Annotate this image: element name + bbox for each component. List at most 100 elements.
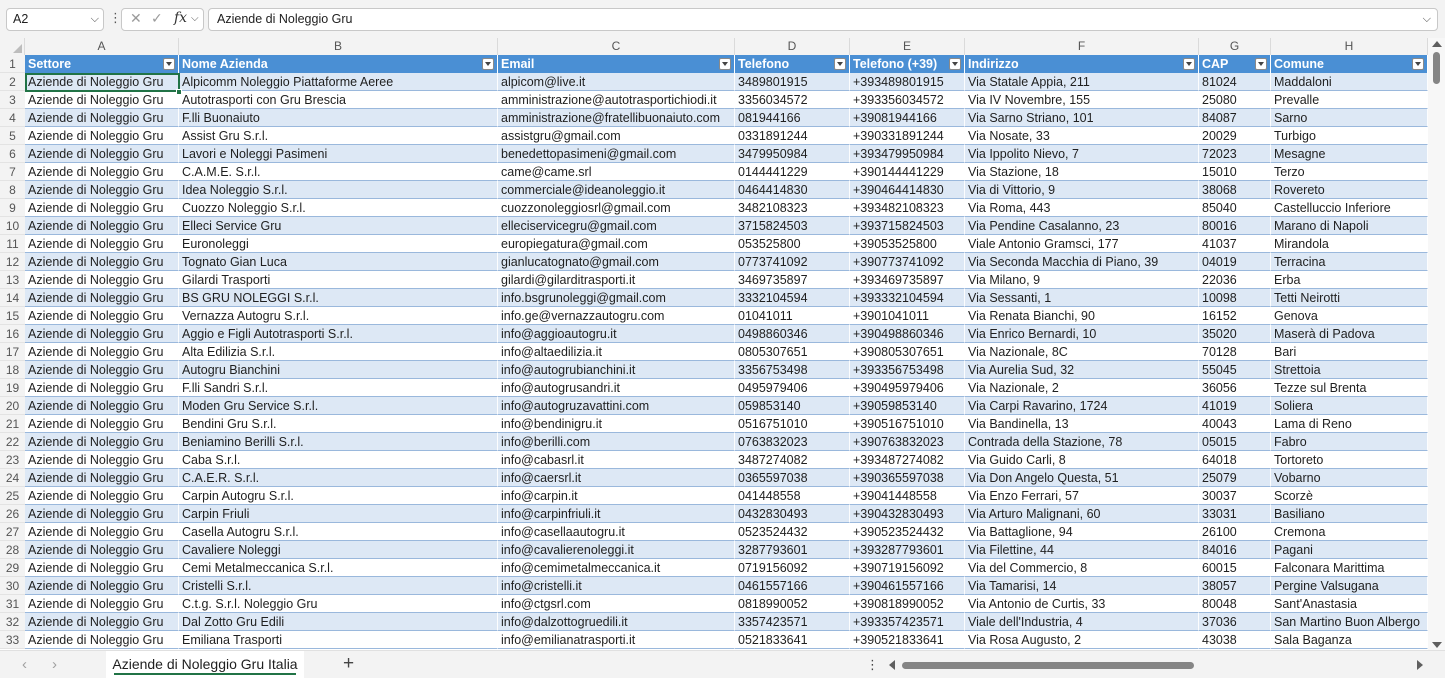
column-title[interactable]: Telefono (+39) [850, 55, 965, 73]
table-cell[interactable]: 41019 [1199, 397, 1271, 415]
table-cell[interactable]: C.A.E.R. S.r.l. [179, 469, 498, 487]
filter-dropdown-icon[interactable] [1255, 58, 1267, 70]
table-cell[interactable]: Cristelli S.r.l. [179, 577, 498, 595]
table-cell[interactable]: C.A.M.E. S.r.l. [179, 163, 498, 181]
table-cell[interactable]: Aziende di Noleggio Gru [25, 235, 179, 253]
table-cell[interactable]: info@carpin.it [498, 487, 735, 505]
table-cell[interactable]: Aziende di Noleggio Gru [25, 163, 179, 181]
table-cell[interactable]: Via Nazionale, 8C [965, 343, 1199, 361]
table-cell[interactable]: 0773741092 [735, 253, 850, 271]
table-cell[interactable]: Tortoreto [1271, 451, 1428, 469]
table-cell[interactable]: info@cabasrl.it [498, 451, 735, 469]
row-number[interactable]: 32 [0, 613, 25, 631]
table-cell[interactable]: Via Sarno Striano, 101 [965, 109, 1199, 127]
table-cell[interactable]: elleciservicegru@gmail.com [498, 217, 735, 235]
table-cell[interactable]: info@autogrusandri.it [498, 379, 735, 397]
table-cell[interactable]: +393287793601 [850, 541, 965, 559]
table-cell[interactable]: +390144441229 [850, 163, 965, 181]
table-cell[interactable]: Cremona [1271, 523, 1428, 541]
row-number[interactable]: 25 [0, 487, 25, 505]
table-cell[interactable]: 0144441229 [735, 163, 850, 181]
table-cell[interactable]: Terracina [1271, 253, 1428, 271]
table-cell[interactable]: Via del Commercio, 8 [965, 559, 1199, 577]
table-cell[interactable]: 01041011 [735, 307, 850, 325]
table-cell[interactable]: Aziende di Noleggio Gru [25, 631, 179, 649]
table-cell[interactable]: Bari [1271, 343, 1428, 361]
table-cell[interactable]: Via di Vittorio, 9 [965, 181, 1199, 199]
table-cell[interactable]: Sarno [1271, 109, 1428, 127]
table-cell[interactable]: 70128 [1199, 343, 1271, 361]
row-number[interactable]: 12 [0, 253, 25, 271]
row-number[interactable]: 29 [0, 559, 25, 577]
table-cell[interactable]: info@ctgsrl.com [498, 595, 735, 613]
column-title[interactable]: Indirizzo [965, 55, 1199, 73]
table-cell[interactable]: commerciale@ideanoleggio.it [498, 181, 735, 199]
table-cell[interactable]: 15010 [1199, 163, 1271, 181]
table-cell[interactable]: 0516751010 [735, 415, 850, 433]
table-cell[interactable]: 22036 [1199, 271, 1271, 289]
row-number[interactable]: 9 [0, 199, 25, 217]
table-cell[interactable]: Aziende di Noleggio Gru [25, 289, 179, 307]
table-cell[interactable]: BS GRU NOLEGGI S.r.l. [179, 289, 498, 307]
table-cell[interactable]: +390805307651 [850, 343, 965, 361]
table-cell[interactable]: 16152 [1199, 307, 1271, 325]
row-number[interactable]: 28 [0, 541, 25, 559]
table-cell[interactable]: 38068 [1199, 181, 1271, 199]
column-header-c[interactable]: C [498, 38, 735, 55]
vertical-scroll-thumb[interactable] [1433, 52, 1440, 84]
table-cell[interactable]: Aziende di Noleggio Gru [25, 595, 179, 613]
table-cell[interactable]: Via Enzo Ferrari, 57 [965, 487, 1199, 505]
table-cell[interactable]: Turbigo [1271, 127, 1428, 145]
table-cell[interactable]: Aziende di Noleggio Gru [25, 217, 179, 235]
table-cell[interactable]: Maddaloni [1271, 73, 1428, 91]
table-cell[interactable]: Mirandola [1271, 235, 1428, 253]
table-cell[interactable]: Elleci Service Gru [179, 217, 498, 235]
table-cell[interactable]: 20029 [1199, 127, 1271, 145]
filter-dropdown-icon[interactable] [719, 58, 731, 70]
table-cell[interactable]: Cuozzo Noleggio S.r.l. [179, 199, 498, 217]
table-cell[interactable]: Via Don Angelo Questa, 51 [965, 469, 1199, 487]
table-cell[interactable]: Via Battaglione, 94 [965, 523, 1199, 541]
table-cell[interactable]: 3357423571 [735, 613, 850, 631]
table-cell[interactable]: +393356753498 [850, 361, 965, 379]
table-cell[interactable]: Aggio e Figli Autotrasporti S.r.l. [179, 325, 498, 343]
table-cell[interactable]: +393482108323 [850, 199, 965, 217]
row-number[interactable]: 27 [0, 523, 25, 541]
table-cell[interactable]: 3715824503 [735, 217, 850, 235]
table-cell[interactable]: +393487274082 [850, 451, 965, 469]
row-number[interactable]: 26 [0, 505, 25, 523]
table-cell[interactable]: Via Carpi Ravarino, 1724 [965, 397, 1199, 415]
table-cell[interactable]: 3287793601 [735, 541, 850, 559]
table-cell[interactable]: 64018 [1199, 451, 1271, 469]
table-cell[interactable]: San Martino Buon Albergo [1271, 613, 1428, 631]
table-cell[interactable]: 0719156092 [735, 559, 850, 577]
table-cell[interactable]: 85040 [1199, 199, 1271, 217]
row-number[interactable]: 18 [0, 361, 25, 379]
table-cell[interactable]: Viale Antonio Gramsci, 177 [965, 235, 1199, 253]
table-cell[interactable]: info@altaedilizia.it [498, 343, 735, 361]
next-sheet-button[interactable]: › [52, 656, 57, 673]
expand-formula-icon[interactable]: ⌵ [1423, 9, 1431, 30]
table-cell[interactable]: Strettoia [1271, 361, 1428, 379]
table-cell[interactable]: Erba [1271, 271, 1428, 289]
row-number[interactable]: 33 [0, 631, 25, 649]
column-header-a[interactable]: A [25, 38, 179, 55]
table-cell[interactable]: Moden Gru Service S.r.l. [179, 397, 498, 415]
table-cell[interactable]: Via IV Novembre, 155 [965, 91, 1199, 109]
table-cell[interactable]: Aziende di Noleggio Gru [25, 199, 179, 217]
row-number[interactable]: 7 [0, 163, 25, 181]
table-cell[interactable]: Aziende di Noleggio Gru [25, 505, 179, 523]
table-cell[interactable]: 0521833641 [735, 631, 850, 649]
row-number[interactable]: 14 [0, 289, 25, 307]
table-cell[interactable]: +390719156092 [850, 559, 965, 577]
table-cell[interactable]: 37036 [1199, 613, 1271, 631]
add-sheet-button[interactable]: + [343, 653, 354, 675]
row-number[interactable]: 30 [0, 577, 25, 595]
table-cell[interactable]: info@autogrubianchini.it [498, 361, 735, 379]
table-cell[interactable]: +39041448558 [850, 487, 965, 505]
row-number[interactable]: 21 [0, 415, 25, 433]
table-cell[interactable]: Via Nosate, 33 [965, 127, 1199, 145]
table-cell[interactable]: Alta Edilizia S.r.l. [179, 343, 498, 361]
table-cell[interactable]: Aziende di Noleggio Gru [25, 379, 179, 397]
table-cell[interactable]: info@bendinigru.it [498, 415, 735, 433]
